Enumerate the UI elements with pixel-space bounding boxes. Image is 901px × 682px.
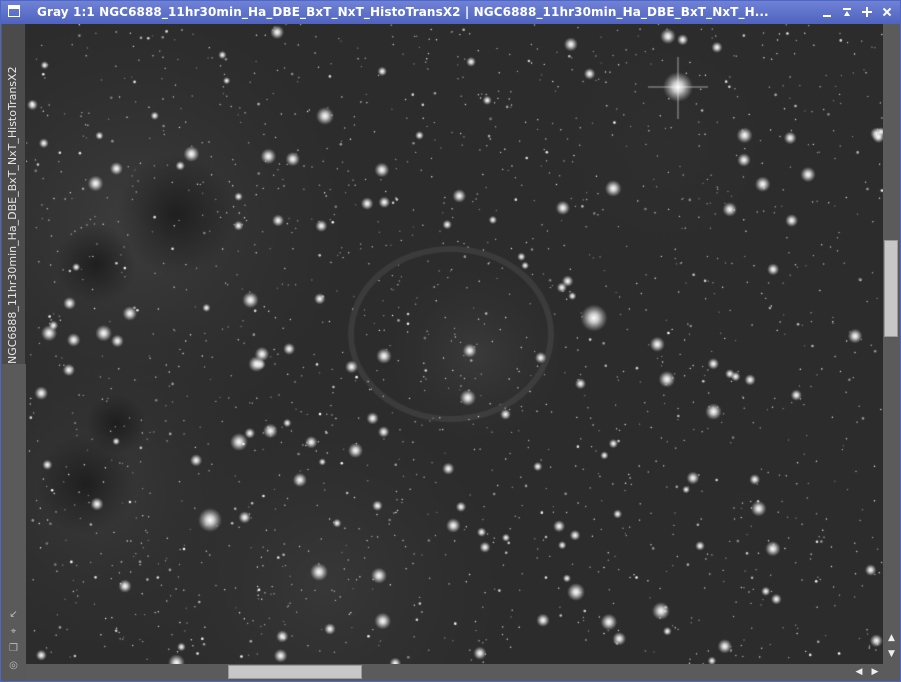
shade-icon[interactable]	[839, 4, 855, 20]
title-bar[interactable]: Gray 1:1 NGC6888_11hr30min_Ha_DBE_BxT_Nx…	[1, 1, 900, 24]
image-viewport[interactable]	[26, 24, 883, 664]
horizontal-scroll-thumb[interactable]	[228, 665, 362, 679]
scroll-right-icon[interactable]: ▶	[870, 667, 880, 678]
horizontal-scrollbar[interactable]: ◀ ▶	[26, 664, 883, 681]
close-icon[interactable]	[879, 4, 895, 20]
image-window: Gray 1:1 NGC6888_11hr30min_Ha_DBE_BxT_Nx…	[0, 0, 901, 682]
starfield-image[interactable]	[26, 24, 883, 664]
window-icon[interactable]	[8, 5, 20, 17]
scroll-up-icon[interactable]: ▲	[886, 633, 897, 643]
maximize-icon[interactable]	[859, 4, 875, 20]
window-title: Gray 1:1 NGC6888_11hr30min_Ha_DBE_BxT_Nx…	[37, 5, 769, 19]
fit-view-icon[interactable]: ⌖	[8, 626, 19, 637]
image-id-tab[interactable]: NGC6888_11hr30min_Ha_DBE_BxT_NxT_HistoTr…	[2, 24, 26, 364]
resize-arrow-icon[interactable]: ↙	[8, 609, 19, 620]
minimize-icon[interactable]	[819, 4, 835, 20]
target-icon[interactable]: ◎	[8, 660, 19, 671]
scroll-corner	[883, 664, 900, 681]
vertical-scroll-thumb[interactable]	[884, 240, 898, 337]
vertical-scrollbar[interactable]: ▲ ▼	[883, 24, 900, 664]
scroll-down-icon[interactable]: ▼	[886, 649, 897, 659]
image-id-label: NGC6888_11hr30min_Ha_DBE_BxT_NxT_HistoTr…	[6, 66, 19, 364]
scroll-left-icon[interactable]: ◀	[854, 667, 864, 678]
clone-icon[interactable]: ❐	[8, 643, 19, 654]
